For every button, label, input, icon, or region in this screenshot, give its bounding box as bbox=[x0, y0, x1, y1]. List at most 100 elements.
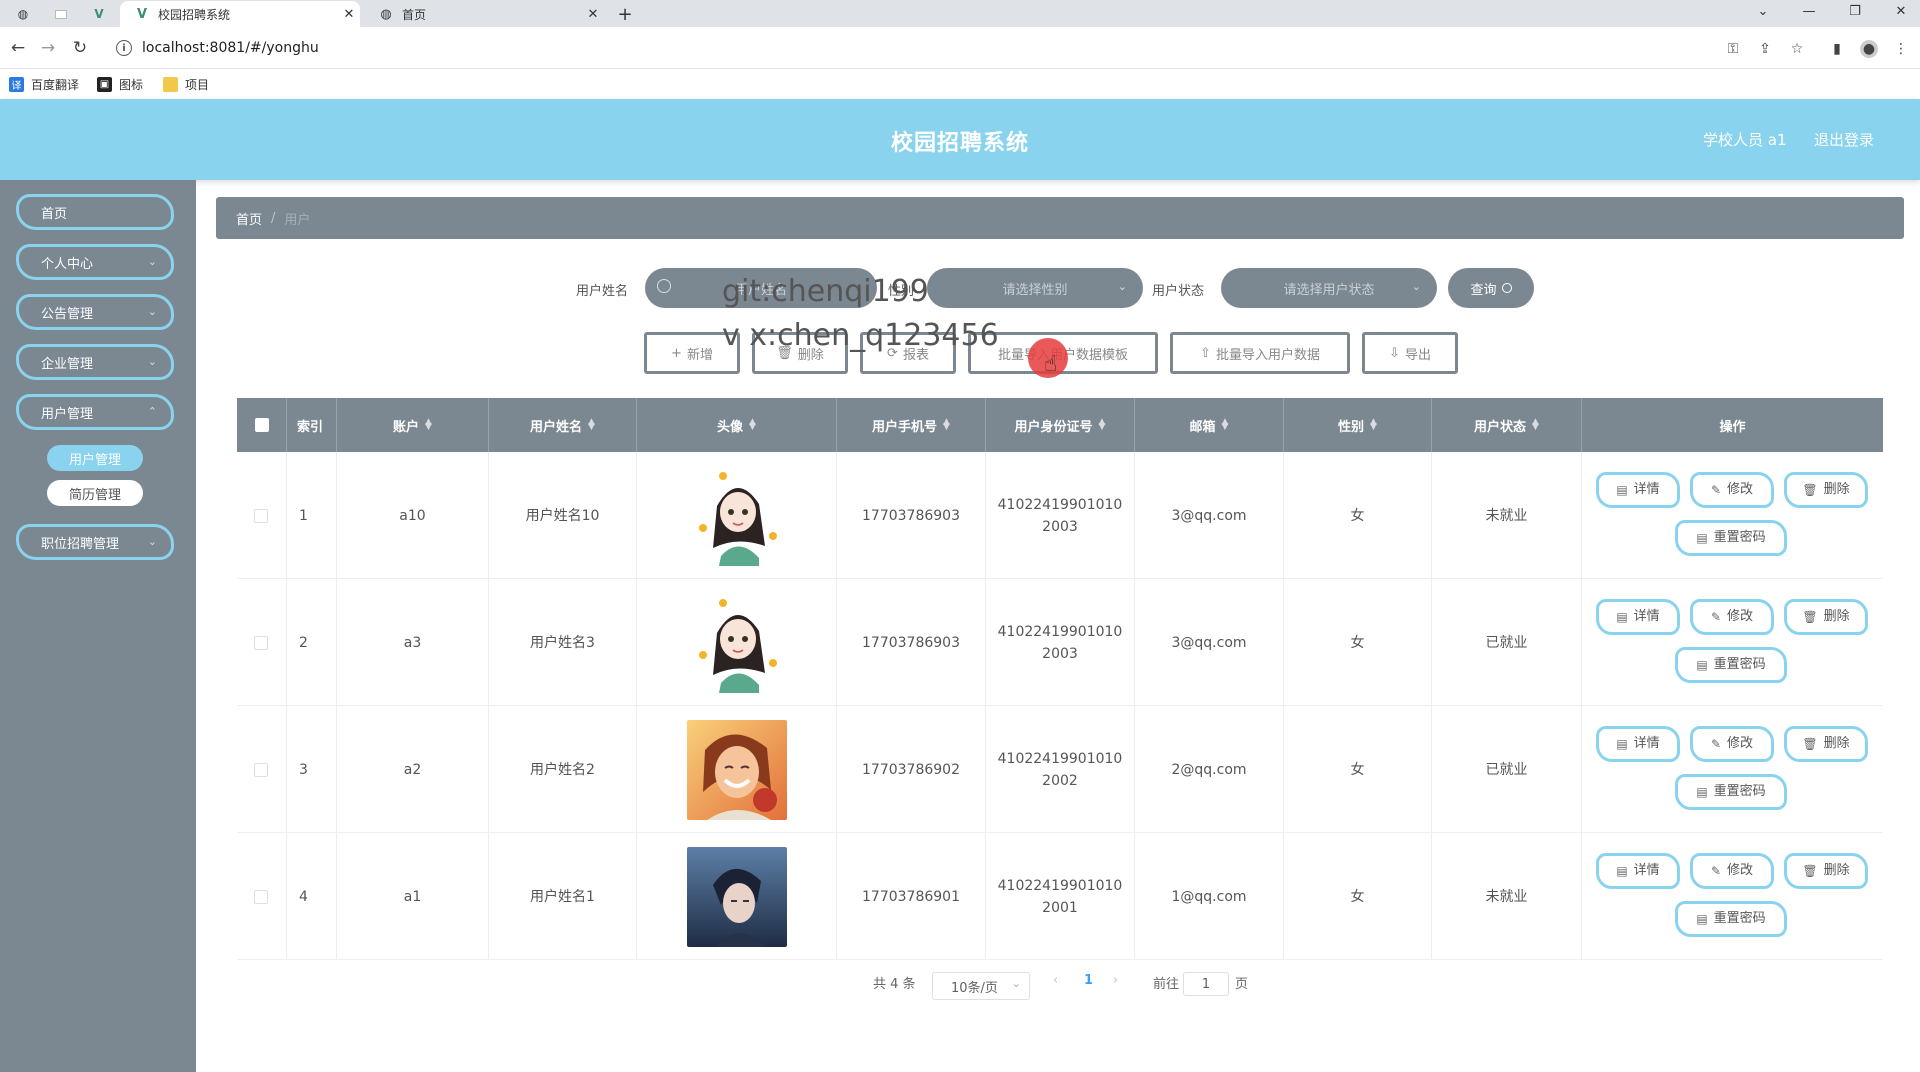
logout-link[interactable]: 退出登录 bbox=[1814, 129, 1874, 150]
tab-search-icon[interactable]: ⌄ bbox=[1740, 0, 1786, 22]
avatar[interactable] bbox=[686, 592, 787, 693]
row-checkbox[interactable] bbox=[254, 763, 268, 777]
row-checkbox[interactable] bbox=[254, 509, 268, 523]
table-row: 1 a10 用户姓名10 17703786903 410224199010102… bbox=[237, 452, 1883, 579]
bookmark-project[interactable]: 项目 bbox=[163, 76, 209, 93]
query-button[interactable]: 查询 bbox=[1448, 268, 1534, 308]
sort-icon: ▲ ▼ bbox=[749, 417, 756, 432]
pinned-tab-vue[interactable]: V bbox=[82, 1, 116, 27]
reload-icon[interactable]: ↻ bbox=[68, 36, 92, 60]
close-window-icon[interactable]: ✕ bbox=[1878, 0, 1920, 22]
edit-button[interactable]: ✎ 修改 bbox=[1690, 472, 1774, 508]
reset-password-button[interactable]: ▤ 重置密码 bbox=[1675, 901, 1787, 937]
next-page-icon[interactable]: › bbox=[1113, 973, 1118, 988]
bookmark-baidu-translate[interactable]: 译百度翻译 bbox=[9, 76, 79, 93]
trash-icon: 🗑 bbox=[1802, 737, 1818, 751]
reset-password-button[interactable]: ▤ 重置密码 bbox=[1675, 774, 1787, 810]
sidebar-subitem-users[interactable]: 用户管理 bbox=[47, 445, 143, 471]
sidebar-item-companies[interactable]: 企业管理 ⌄ bbox=[16, 344, 174, 380]
trash-icon: 🗑 bbox=[776, 345, 793, 361]
delete-row-button[interactable]: 🗑 删除 bbox=[1784, 726, 1868, 762]
sidebar-subitem-resumes[interactable]: 简历管理 bbox=[47, 480, 143, 506]
tab-home[interactable]: ◍ 首页 ✕ bbox=[364, 1, 604, 27]
url-text: localhost:8081/#/yonghu bbox=[142, 40, 319, 56]
sidebar-item-home[interactable]: 首页 bbox=[16, 194, 174, 230]
avatar[interactable] bbox=[686, 846, 787, 947]
column-header[interactable]: 邮箱 ▲ ▼ bbox=[1135, 398, 1284, 452]
cell-gender: 女 bbox=[1284, 579, 1432, 706]
forward-icon[interactable]: → bbox=[36, 36, 60, 60]
avatar[interactable] bbox=[686, 465, 787, 566]
sidebar-item-jobs[interactable]: 职位招聘管理 ⌄ bbox=[16, 524, 174, 560]
delete-row-button[interactable]: 🗑 删除 bbox=[1784, 472, 1868, 508]
pinned-tab-globe[interactable]: ◍ bbox=[6, 1, 40, 27]
edit-button[interactable]: ✎ 修改 bbox=[1690, 726, 1774, 762]
tab-active[interactable]: V 校园招聘系统 ✕ bbox=[120, 1, 360, 27]
document-icon: ▤ bbox=[1616, 610, 1628, 624]
select-all-checkbox[interactable] bbox=[255, 418, 269, 432]
reset-password-button[interactable]: ▤ 重置密码 bbox=[1675, 647, 1787, 683]
reset-password-button[interactable]: ▤ 重置密码 bbox=[1675, 520, 1787, 556]
back-icon[interactable]: ← bbox=[6, 36, 30, 60]
column-label: 操作 bbox=[1719, 419, 1746, 435]
prev-page-icon[interactable]: ‹ bbox=[1053, 973, 1058, 988]
breadcrumb-separator: / bbox=[271, 210, 276, 226]
detail-button[interactable]: ▤ 详情 bbox=[1596, 472, 1680, 508]
key-icon[interactable]: ⚿ bbox=[1724, 40, 1742, 58]
translate-icon: 译 bbox=[9, 77, 24, 92]
detail-button[interactable]: ▤ 详情 bbox=[1596, 853, 1680, 889]
sidebar-item-users[interactable]: 用户管理 ⌃ bbox=[16, 394, 174, 430]
goto-page-input[interactable]: 1 bbox=[1183, 972, 1229, 996]
pinned-tab-blank[interactable] bbox=[44, 1, 78, 27]
row-checkbox[interactable] bbox=[254, 636, 268, 650]
column-header[interactable]: 账户 ▲ ▼ bbox=[337, 398, 489, 452]
search-placeholder: 用户姓名 bbox=[734, 282, 787, 298]
column-header[interactable]: 性别 ▲ ▼ bbox=[1284, 398, 1432, 452]
column-header[interactable]: 用户状态 ▲ ▼ bbox=[1432, 398, 1582, 452]
bookmark-icons[interactable]: ▣ 图标 bbox=[97, 76, 143, 93]
column-header[interactable]: 用户手机号 ▲ ▼ bbox=[837, 398, 986, 452]
close-icon[interactable]: ✕ bbox=[338, 7, 360, 22]
search-input[interactable]: 用户姓名 bbox=[645, 268, 877, 308]
restore-icon[interactable]: ❐ bbox=[1832, 0, 1878, 22]
star-icon[interactable]: ☆ bbox=[1788, 40, 1806, 58]
delete-row-button[interactable]: 🗑 删除 bbox=[1784, 853, 1868, 889]
delete-row-button[interactable]: 🗑 删除 bbox=[1784, 599, 1868, 635]
close-icon[interactable]: ✕ bbox=[582, 7, 604, 22]
minimize-icon[interactable]: — bbox=[1786, 0, 1832, 22]
sidebar-item-announcements[interactable]: 公告管理 ⌄ bbox=[16, 294, 174, 330]
add-button[interactable]: + 新增 bbox=[644, 332, 740, 374]
menu-icon[interactable]: ⋮ bbox=[1892, 40, 1910, 58]
page-number-current[interactable]: 1 bbox=[1084, 973, 1093, 988]
bookmarks-bar: 译百度翻译 ▣ 图标 项目 bbox=[0, 69, 1920, 99]
info-icon[interactable]: i bbox=[116, 40, 132, 56]
export-button[interactable]: ⇩ 导出 bbox=[1362, 332, 1458, 374]
sidepanel-icon[interactable]: ▮ bbox=[1828, 40, 1846, 58]
column-header[interactable]: 头像 ▲ ▼ bbox=[637, 398, 837, 452]
detail-button[interactable]: ▤ 详情 bbox=[1596, 726, 1680, 762]
column-header[interactable]: 用户身份证号 ▲ ▼ bbox=[986, 398, 1135, 452]
report-button[interactable]: ⟳ 报表 bbox=[860, 332, 956, 374]
edit-button[interactable]: ✎ 修改 bbox=[1690, 599, 1774, 635]
refresh-icon: ⟳ bbox=[887, 345, 898, 361]
tab-title: 首页 bbox=[402, 7, 427, 22]
address-bar[interactable]: i localhost:8081/#/yonghu bbox=[106, 32, 1786, 64]
avatar[interactable] bbox=[686, 719, 787, 820]
export-label: 导出 bbox=[1404, 347, 1431, 363]
page-size-select[interactable]: 10条/页 ⌄ bbox=[932, 972, 1030, 1000]
delete-row-label: 删除 bbox=[1823, 609, 1850, 624]
edit-label: 修改 bbox=[1727, 482, 1754, 497]
share-icon[interactable]: ⇪ bbox=[1756, 40, 1774, 58]
detail-button[interactable]: ▤ 详情 bbox=[1596, 599, 1680, 635]
profile-icon[interactable]: ● bbox=[1860, 40, 1878, 58]
sidebar-item-profile[interactable]: 个人中心 ⌄ bbox=[16, 244, 174, 280]
edit-button[interactable]: ✎ 修改 bbox=[1690, 853, 1774, 889]
delete-button[interactable]: 🗑 删除 bbox=[752, 332, 848, 374]
status-select[interactable]: 请选择用户状态 ⌄ bbox=[1221, 268, 1437, 308]
new-tab-button[interactable]: + bbox=[612, 1, 638, 27]
gender-select[interactable]: 请选择性别 ⌄ bbox=[927, 268, 1143, 308]
column-header[interactable]: 用户姓名 ▲ ▼ bbox=[489, 398, 637, 452]
import-data-button[interactable]: ⇧ 批量导入用户数据 bbox=[1170, 332, 1350, 374]
breadcrumb-home[interactable]: 首页 bbox=[236, 209, 262, 228]
row-checkbox[interactable] bbox=[254, 890, 268, 904]
